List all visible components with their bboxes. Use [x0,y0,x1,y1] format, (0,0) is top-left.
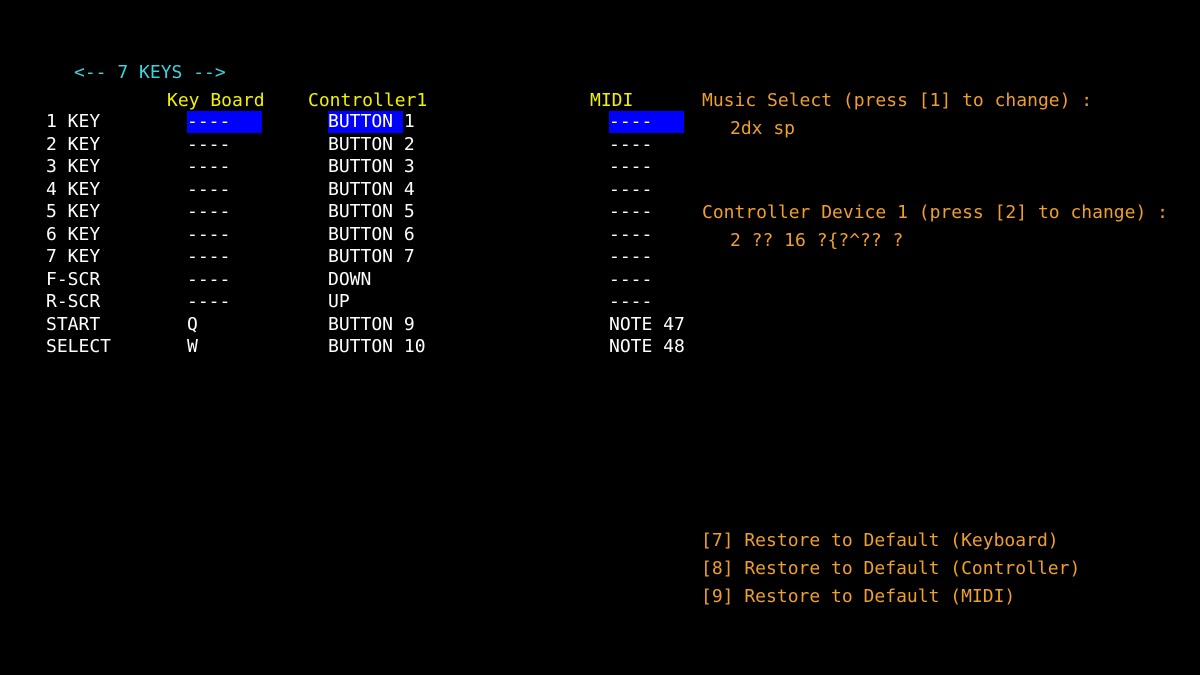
keyboard-binding-cell[interactable]: ---- [187,269,262,291]
keyboard-binding-cell[interactable]: ---- [187,134,262,156]
midi-binding-cell[interactable]: ---- [609,201,684,223]
controller-binding-cell[interactable]: BUTTON 9 [328,314,415,336]
music-select-value: 2dx sp [730,118,796,139]
controller-binding-cell[interactable]: DOWN [328,269,403,291]
keyboard-binding-cell[interactable]: ---- [187,156,262,178]
keyboard-binding-cell[interactable]: ---- [187,224,262,246]
binding-row: 3 KEY ---- BUTTON 3 ---- [0,156,690,179]
midi-column-header: MIDI [590,90,634,111]
binding-row: 5 KEY ---- BUTTON 5 ---- [0,201,690,224]
restore-controller-default-option[interactable]: [8] Restore to Default (Controller) [701,558,1080,580]
controller-device-value: 2 ?? 16 ?{?^?? ? [730,230,904,251]
midi-binding-cell[interactable]: ---- [609,291,684,313]
midi-binding-cell[interactable]: ---- [609,156,684,178]
keyboard-binding-cell[interactable]: ---- [187,201,262,223]
controller-binding-cell[interactable]: BUTTON 7 [328,246,415,268]
midi-binding-cell[interactable]: ---- [609,269,684,291]
binding-row-label: F-SCR [46,268,101,290]
binding-row-label: R-SCR [46,291,101,312]
binding-row: START Q BUTTON 9 NOTE 47 [0,314,690,337]
controller-binding-cell[interactable]: BUTTON 3 [328,156,415,178]
controller-binding-cell[interactable]: UP [328,291,403,313]
midi-binding-cell[interactable]: ---- [609,179,684,201]
binding-row: F-SCR ---- DOWN ---- [0,269,690,292]
binding-row: 4 KEY ---- BUTTON 4 ---- [0,179,690,202]
binding-row-label: START [46,313,101,335]
keyboard-column-header: Key Board [167,90,265,111]
binding-row-label: 2 KEY [46,133,101,155]
binding-row: R-SCR ---- UP ---- [0,291,690,314]
key-binding-table: 1 KEY ---- BUTTON 1 ---- 2 KEY ---- BUTT… [0,111,690,359]
binding-row: 6 KEY ---- BUTTON 6 ---- [0,224,690,247]
controller-binding-cell[interactable]: BUTTON 5 [328,201,415,223]
restore-keyboard-default-option[interactable]: [7] Restore to Default (Keyboard) [701,530,1059,552]
binding-row: 2 KEY ---- BUTTON 2 ---- [0,134,690,157]
binding-row-label: SELECT [46,336,112,357]
keyboard-binding-cell[interactable]: ---- [187,246,262,268]
midi-binding-cell[interactable]: NOTE 48 [609,336,685,358]
midi-binding-cell[interactable]: NOTE 47 [609,314,685,336]
binding-row-label: 1 KEY [46,111,101,132]
controller-binding-cell[interactable]: BUTTON 10 [328,336,426,358]
controller-device-label: Controller Device 1 (press [2] to change… [702,202,1168,223]
controller-binding-cell[interactable]: BUTTON 2 [328,134,415,156]
music-select-label: Music Select (press [1] to change) : [702,90,1093,111]
mode-switch-nav[interactable]: <-- 7 KEYS --> [74,62,226,84]
binding-row: 7 KEY ---- BUTTON 7 ---- [0,246,690,269]
keyboard-binding-cell[interactable]: ---- [187,291,262,313]
restore-midi-default-option[interactable]: [9] Restore to Default (MIDI) [701,586,1015,608]
binding-row: SELECT W BUTTON 10 NOTE 48 [0,336,690,359]
midi-binding-cell[interactable]: ---- [609,134,684,156]
controller-binding-cell[interactable]: BUTTON 4 [328,179,415,201]
keyboard-binding-cell[interactable]: Q [187,314,262,336]
midi-binding-cell[interactable]: ---- [609,224,684,246]
controller-binding-cell[interactable]: BUTTON 1 [328,111,415,133]
midi-binding-cell[interactable]: ---- [609,246,684,268]
binding-row: 1 KEY ---- BUTTON 1 ---- [0,111,690,134]
binding-row-label: 4 KEY [46,178,101,200]
binding-row-label: 3 KEY [46,156,101,177]
binding-row-label: 5 KEY [46,201,101,222]
controller-column-header: Controller1 [308,90,428,111]
binding-row-label: 7 KEY [46,246,101,267]
keyboard-binding-cell[interactable]: W [187,336,262,358]
controller-binding-cell[interactable]: BUTTON 6 [328,224,415,246]
keyboard-binding-cell[interactable]: ---- [187,179,262,201]
keyboard-binding-cell[interactable]: ---- [187,111,262,133]
binding-row-label: 6 KEY [46,223,101,245]
midi-binding-cell[interactable]: ---- [609,111,684,133]
